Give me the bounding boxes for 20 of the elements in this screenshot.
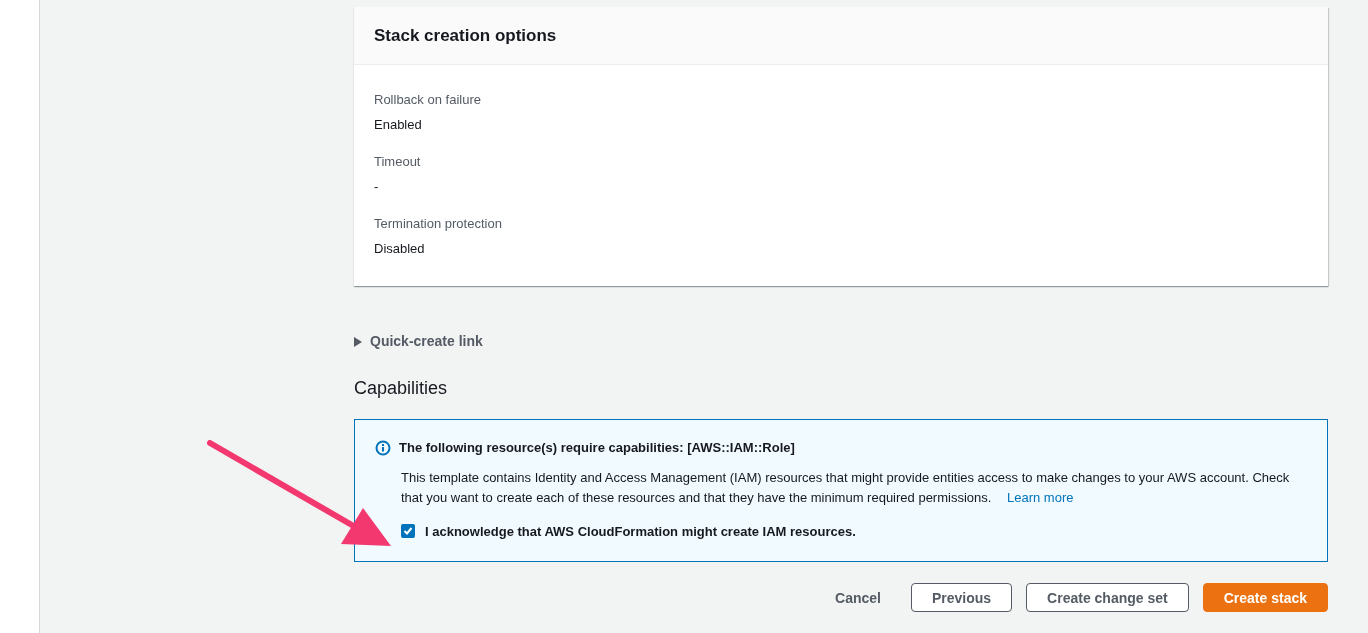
field-value: Enabled bbox=[374, 116, 423, 134]
section-heading: Capabilities bbox=[354, 377, 449, 400]
check-icon bbox=[403, 526, 413, 537]
field-label: Rollback on failure bbox=[374, 91, 482, 109]
alert-body: This template contains Identity and Access Management (IAM) resources that might provide entities access to make changes to your AWS account. Check that you want to create each of these resources and that they have the minimum required permissions. Learn more bbox=[400, 468, 1291, 507]
field-value: - bbox=[374, 178, 380, 196]
info-icon bbox=[375, 439, 391, 456]
acknowledge-label: I acknowledge that AWS CloudFormation might create IAM resources. bbox=[425, 522, 856, 541]
acknowledge-checkbox[interactable] bbox=[401, 524, 415, 539]
action-button[interactable]: Create change set bbox=[1026, 583, 1189, 612]
field-label: Termination protection bbox=[374, 215, 503, 233]
field-value: Disabled bbox=[374, 240, 426, 258]
card-title: Stack creation options bbox=[374, 24, 557, 47]
action-button[interactable]: Cancel bbox=[819, 583, 897, 612]
action-button[interactable]: Previous bbox=[910, 583, 1013, 612]
field-label: Timeout bbox=[374, 153, 422, 171]
quick-create-toggle[interactable]: Quick-create link bbox=[354, 331, 483, 352]
learn-more-link[interactable]: Learn more bbox=[1007, 489, 1074, 505]
caret-icon bbox=[354, 336, 362, 347]
alert-title: The following resource(s) require capabilities: [AWS::IAM::Role] bbox=[399, 439, 795, 457]
